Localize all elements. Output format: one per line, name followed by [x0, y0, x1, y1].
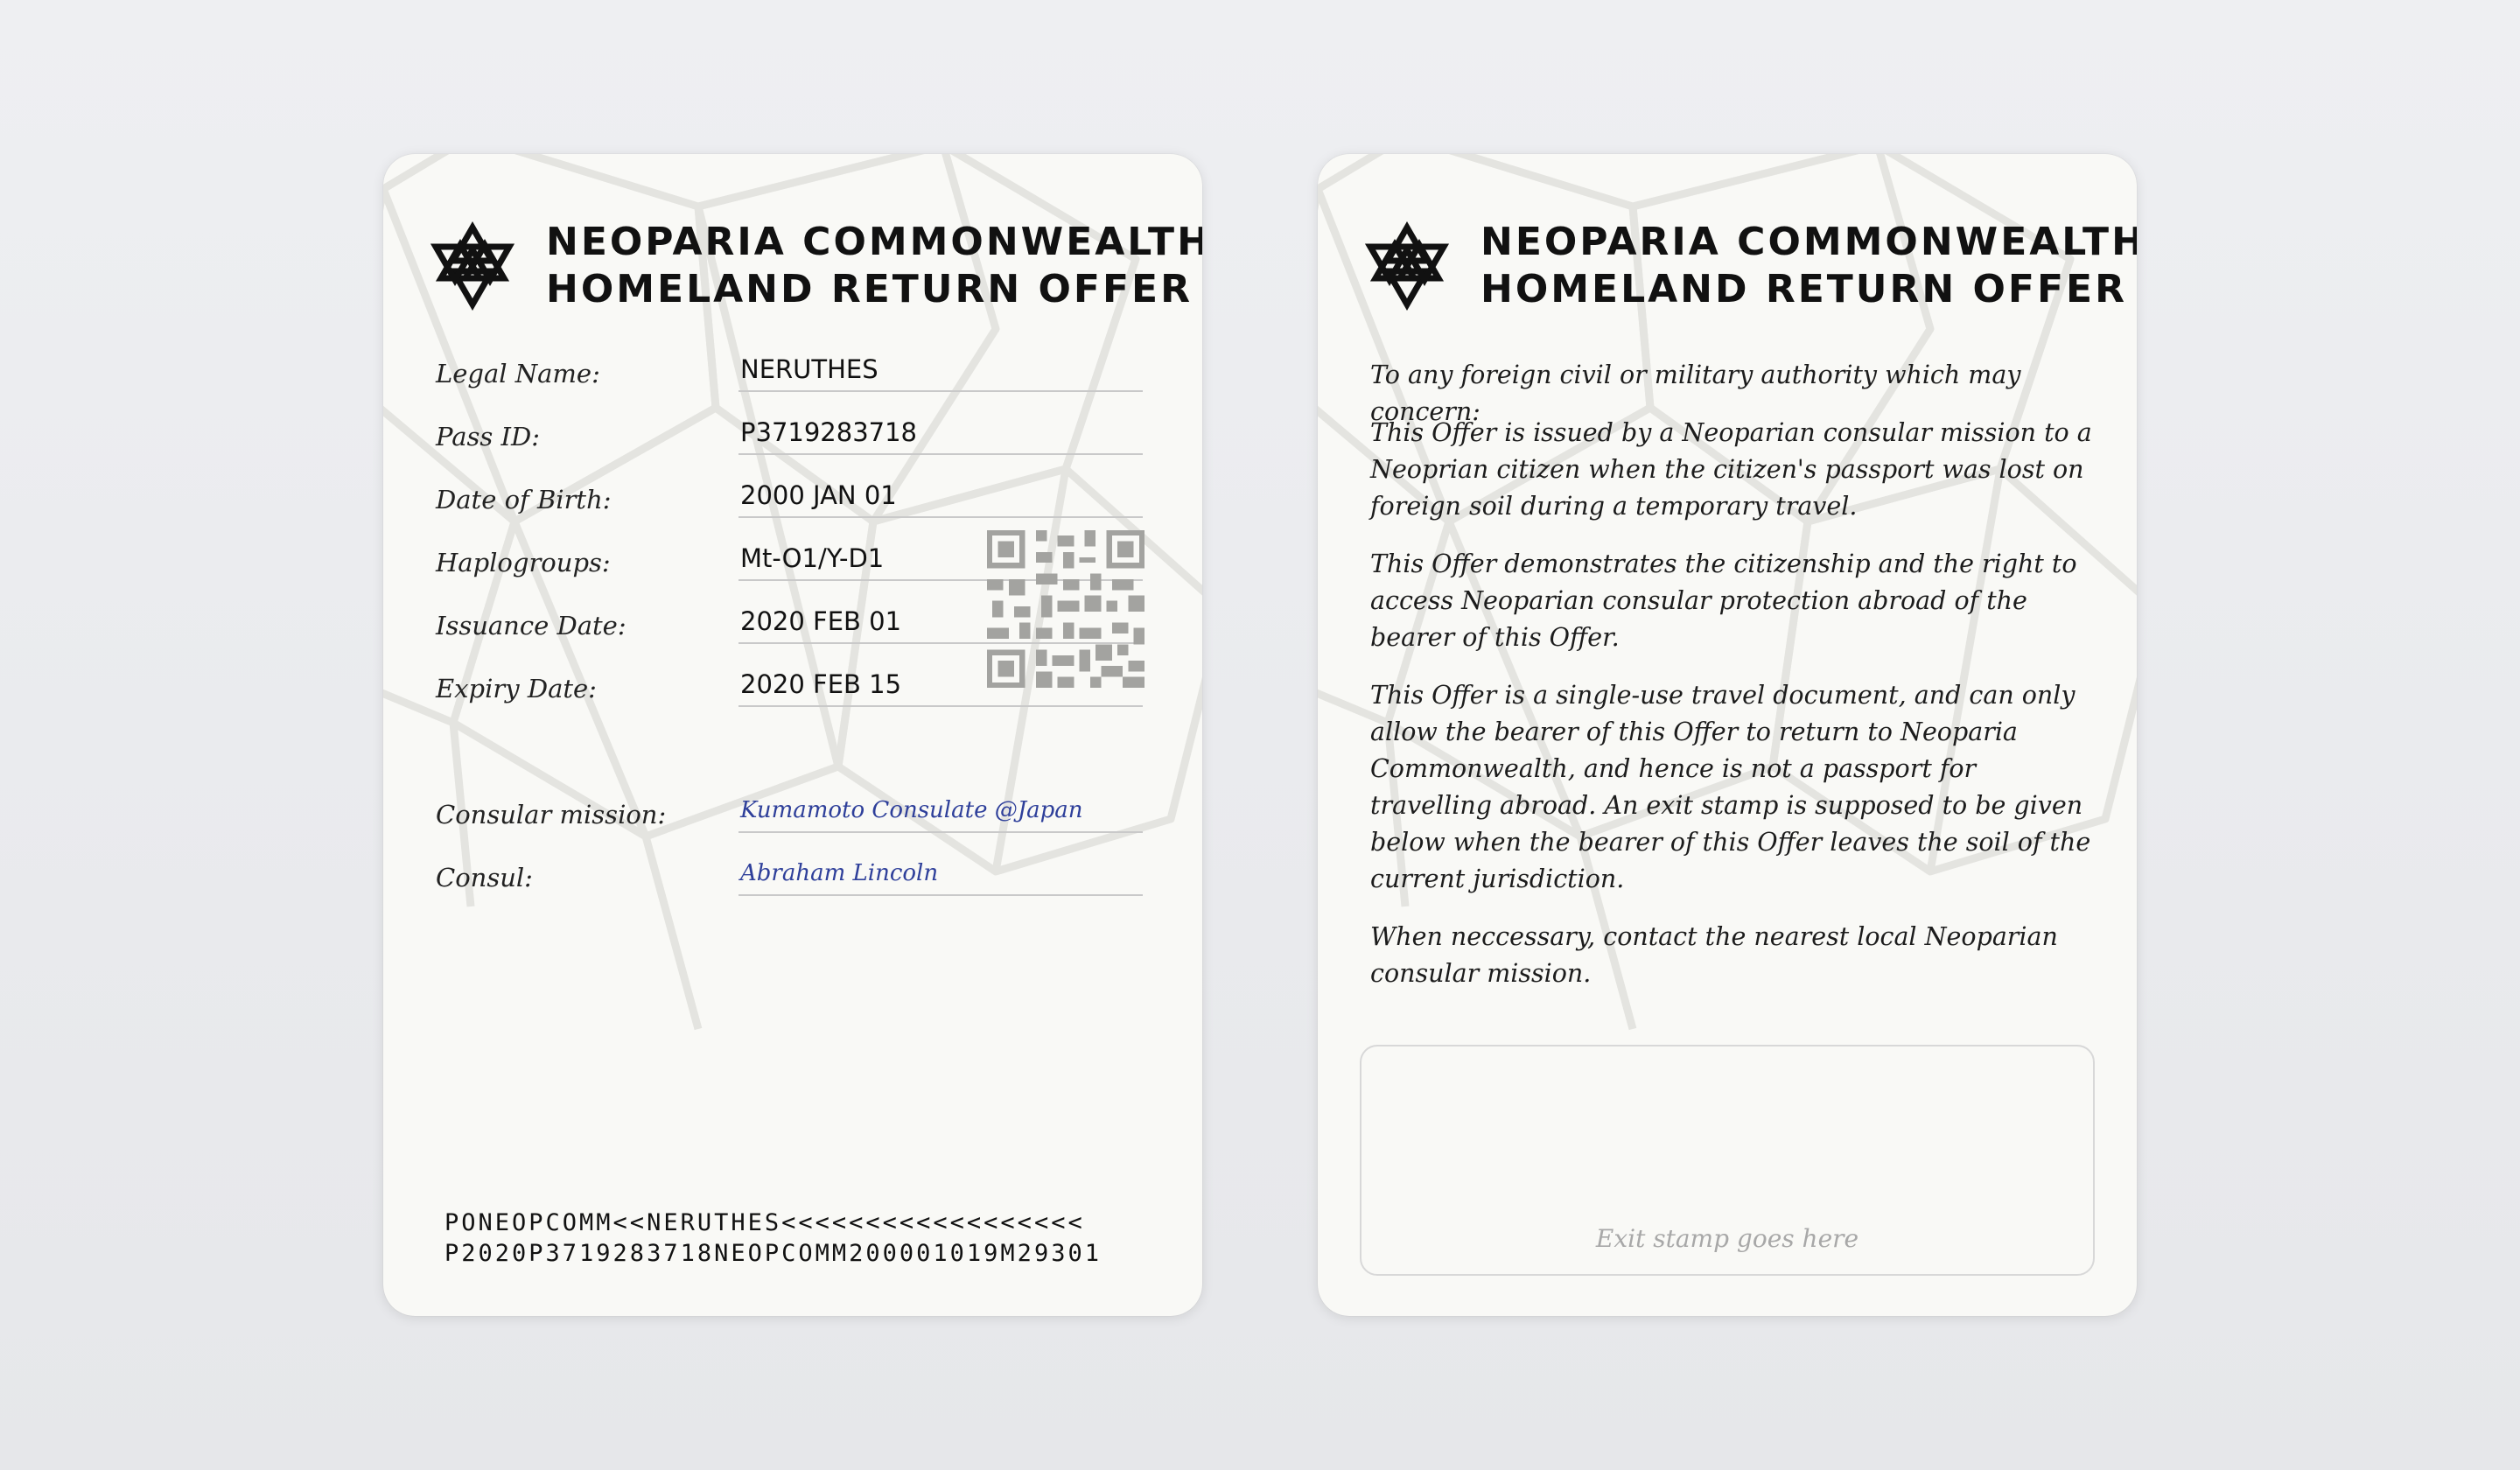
consul-label: Consul: — [436, 863, 533, 892]
exit-stamp-area: Exit stamp goes here — [1360, 1045, 2095, 1276]
title-line-2: HOMELAND RETURN OFFER — [1480, 267, 2127, 312]
mrz-line-1: PONEOPCOMM<<NERUTHES<<<<<<<<<<<<<<<<<< — [444, 1209, 1085, 1236]
document-title: NEOPARIA COMMONWEALTH HOMELAND RETURN OF… — [546, 219, 1202, 313]
issuance-date-label: Issuance Date: — [436, 611, 626, 640]
consular-mission-signature: Kumamoto Consulate @Japan — [738, 788, 1143, 833]
document-back-page: NEOPARIA COMMONWEALTH HOMELAND RETURN OF… — [1318, 154, 2137, 1316]
exit-stamp-placeholder: Exit stamp goes here — [1595, 1224, 1859, 1253]
date-of-birth-value: 2000 JAN 01 — [738, 472, 1143, 518]
nine-pointed-star-icon — [430, 221, 515, 311]
legal-name-label: Legal Name: — [436, 359, 600, 388]
consul-signature: Abraham Lincoln — [738, 850, 1143, 896]
mrz-line-2: P2020P3719283718NEOPCOMM200001019M29301 — [444, 1240, 1102, 1267]
contact-paragraph: When neccessary, contact the nearest loc… — [1370, 922, 2058, 988]
pass-id-label: Pass ID: — [436, 422, 540, 452]
document-header: NEOPARIA COMMONWEALTH HOMELAND RETURN OF… — [1363, 219, 2137, 313]
consular-mission-label: Consular mission: — [436, 800, 667, 830]
issuance-paragraph: This Offer is issued by a Neoparian cons… — [1370, 418, 2092, 521]
document-header: NEOPARIA COMMONWEALTH HOMELAND RETURN OF… — [429, 219, 1202, 313]
date-of-birth-label: Date of Birth: — [436, 485, 612, 514]
title-line-1: NEOPARIA COMMONWEALTH — [546, 220, 1202, 264]
legal-name-value: NERUTHES — [738, 346, 1143, 392]
pass-id-value: P3719283718 — [738, 410, 1143, 455]
background-pattern — [383, 154, 1202, 1031]
expiry-date-label: Expiry Date: — [436, 674, 597, 704]
document-title: NEOPARIA COMMONWEALTH HOMELAND RETURN OF… — [1480, 219, 2137, 313]
title-line-1: NEOPARIA COMMONWEALTH — [1480, 220, 2137, 264]
document-front-page: NEOPARIA COMMONWEALTH HOMELAND RETURN OF… — [383, 154, 1202, 1316]
machine-readable-zone: PONEOPCOMM<<NERUTHES<<<<<<<<<<<<<<<<<< P2… — [444, 1208, 1102, 1269]
haplogroups-label: Haplogroups: — [436, 548, 611, 578]
single-use-paragraph: This Offer is a single-use travel docume… — [1370, 681, 2091, 893]
rights-paragraph: This Offer demonstrates the citizenship … — [1370, 550, 2077, 652]
nine-pointed-star-icon — [1364, 221, 1450, 311]
qr-code — [987, 530, 1144, 688]
title-line-2: HOMELAND RETURN OFFER — [546, 267, 1193, 312]
